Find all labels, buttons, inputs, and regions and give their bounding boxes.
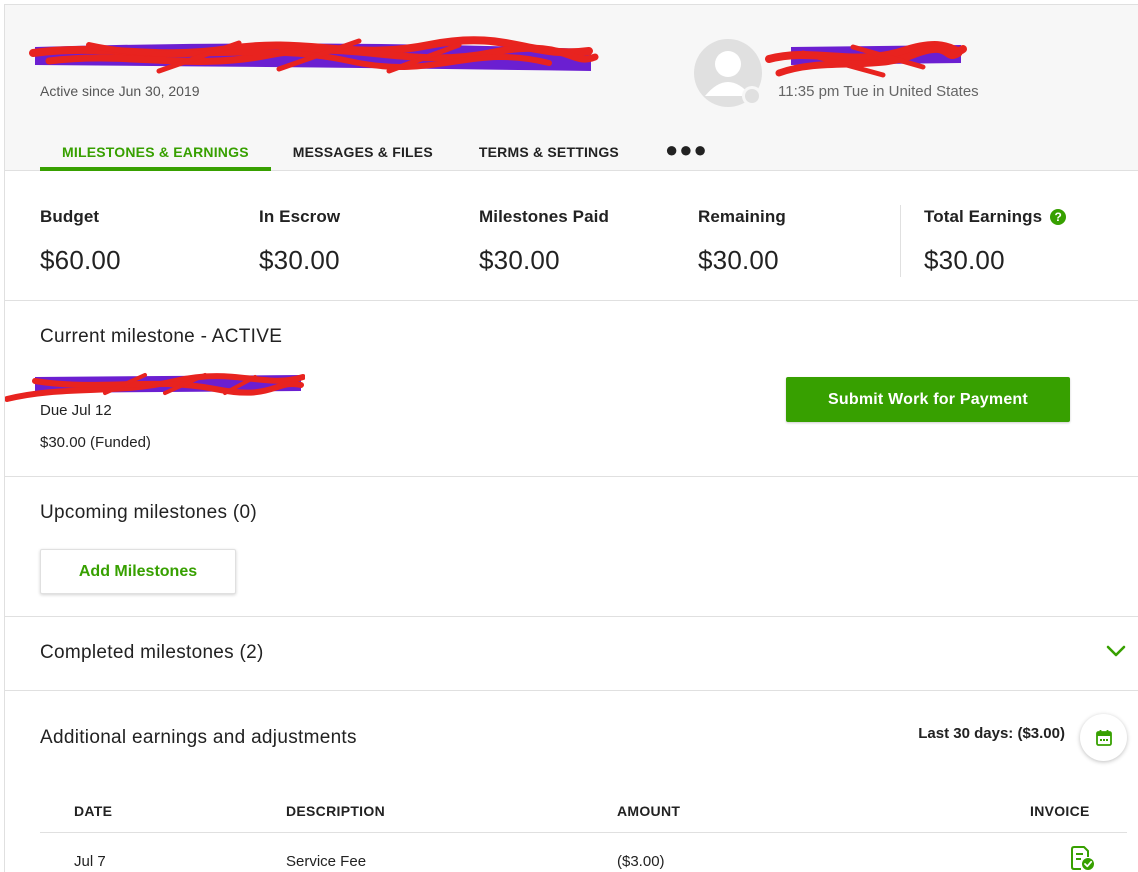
- submit-work-button[interactable]: Submit Work for Payment: [786, 377, 1070, 422]
- completed-milestones-title: Completed milestones (2): [40, 642, 264, 663]
- stat-budget: Budget $60.00: [40, 207, 121, 276]
- stat-label-text: Total Earnings: [924, 207, 1043, 226]
- upcoming-milestones-title: Upcoming milestones (0): [40, 502, 258, 523]
- help-icon[interactable]: ?: [1050, 209, 1067, 225]
- client-local-time: 11:35 pm Tue in United States: [778, 83, 979, 100]
- stat-label: Budget: [40, 207, 100, 226]
- stat-value: $60.00: [40, 245, 121, 275]
- redacted-milestone-name: [5, 373, 305, 402]
- contract-tabs: MILESTONES & EARNINGS MESSAGES & FILES T…: [40, 135, 754, 171]
- stat-divider: [900, 205, 901, 277]
- milestone-due-date: Due Jul 12: [40, 402, 112, 419]
- stat-value: $30.00: [924, 245, 1005, 275]
- contract-page: Active since Jun 30, 2019 11:35 pm Tue i…: [4, 4, 1138, 872]
- row-description: Service Fee: [286, 853, 367, 870]
- stat-label: Remaining: [698, 207, 786, 226]
- contract-header: Active since Jun 30, 2019 11:35 pm Tue i…: [5, 5, 1138, 171]
- avatar-icon[interactable]: [693, 38, 763, 108]
- calendar-icon: [1095, 729, 1112, 746]
- add-milestones-button[interactable]: Add Milestones: [40, 549, 236, 594]
- chevron-down-icon[interactable]: [1105, 643, 1127, 659]
- stat-label: Total Earnings?: [924, 207, 1067, 227]
- stat-label: In Escrow: [259, 207, 341, 226]
- table-header: DATE DESCRIPTION AMOUNT INVOICE: [40, 795, 1127, 833]
- last-30-days-total: Last 30 days: ($3.00): [918, 725, 1065, 742]
- additional-earnings-section: Additional earnings and adjustments Last…: [5, 691, 1138, 872]
- table-row: Jul 7 Service Fee ($3.00): [40, 833, 1127, 872]
- tab-terms-settings[interactable]: TERMS & SETTINGS: [479, 135, 619, 171]
- column-header-description[interactable]: DESCRIPTION: [286, 803, 385, 819]
- milestone-amount: $30.00 (Funded): [40, 434, 151, 451]
- stat-value: $30.00: [259, 245, 340, 275]
- tab-messages-files[interactable]: MESSAGES & FILES: [293, 135, 433, 171]
- row-date: Jul 7: [74, 853, 106, 870]
- stat-total-earnings: Total Earnings? $30.00: [924, 207, 1067, 276]
- additional-earnings-title: Additional earnings and adjustments: [40, 727, 357, 748]
- upcoming-milestones-section: Upcoming milestones (0) Add Milestones: [5, 477, 1138, 617]
- stat-value: $30.00: [698, 245, 779, 275]
- adjustments-table: DATE DESCRIPTION AMOUNT INVOICE Jul 7 Se…: [40, 795, 1127, 872]
- active-since: Active since Jun 30, 2019: [40, 83, 200, 99]
- date-range-button[interactable]: [1080, 714, 1127, 761]
- current-milestone-title: Current milestone - ACTIVE: [40, 326, 283, 347]
- stat-value: $30.00: [479, 245, 560, 275]
- invoice-check-icon[interactable]: [1069, 845, 1095, 871]
- tab-milestones-earnings[interactable]: MILESTONES & EARNINGS: [40, 135, 271, 171]
- column-header-invoice: INVOICE: [1030, 803, 1090, 819]
- stat-label: Milestones Paid: [479, 207, 609, 226]
- stat-remaining: Remaining $30.00: [698, 207, 786, 276]
- redacted-client-name: [765, 41, 967, 78]
- column-header-amount[interactable]: AMOUNT: [617, 803, 680, 819]
- earnings-summary: Budget $60.00 In Escrow $30.00 Milestone…: [5, 171, 1138, 301]
- completed-milestones-toggle[interactable]: Completed milestones (2): [5, 617, 1138, 691]
- redacted-contract-title: [29, 36, 599, 74]
- stat-in-escrow: In Escrow $30.00: [259, 207, 340, 276]
- current-milestone-section: Current milestone - ACTIVE Due Jul 12 $3…: [5, 301, 1138, 477]
- stat-milestones-paid: Milestones Paid $30.00: [479, 207, 609, 276]
- more-options-icon[interactable]: ●●●: [665, 135, 708, 171]
- row-amount: ($3.00): [617, 853, 665, 870]
- column-header-date[interactable]: DATE: [74, 803, 112, 819]
